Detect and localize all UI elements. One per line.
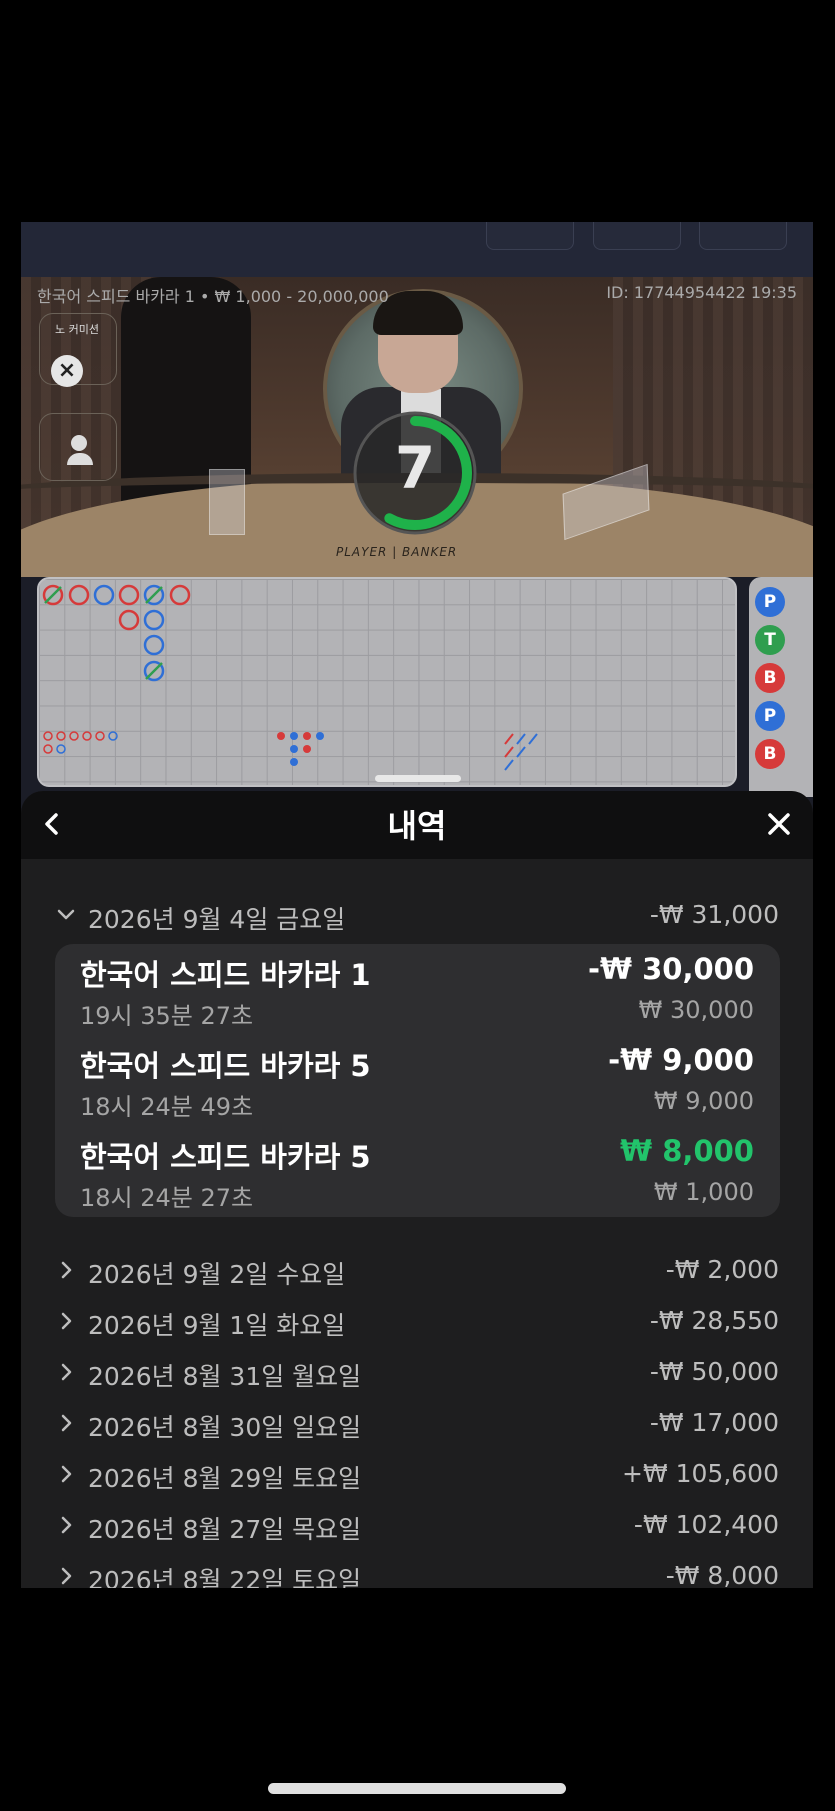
day-bets-list: 한국어 스피드 바카라 1 19시 35분 27초 -₩ 30,000 ₩ 30… — [55, 944, 780, 1217]
day-row[interactable]: 2026년 9월 2일 수요일 -₩ 2,000 — [21, 1251, 813, 1291]
day-date: 2026년 9월 2일 수요일 — [88, 1260, 346, 1289]
history-sheet: 내역 2026년 9월 4일 금요일 -₩ 31,000 한국어 스피드 바카라… — [21, 791, 813, 1588]
card-discard-box — [209, 469, 245, 535]
day-total: -₩ 28,550 — [649, 1306, 779, 1335]
top-bar-button[interactable] — [486, 222, 574, 250]
table-info: 한국어 스피드 바카라 1 • ₩ 1,000 - 20,000,000 — [37, 287, 389, 306]
bet-result: ₩ 8,000 — [620, 1134, 754, 1168]
user-icon — [67, 435, 93, 465]
bet-result: -₩ 30,000 — [587, 952, 754, 986]
day-date: 2026년 8월 31일 월요일 — [88, 1362, 362, 1391]
big-road-scoreboard[interactable] — [37, 577, 737, 787]
chevron-right-icon — [61, 1363, 72, 1381]
close-icon[interactable]: × — [51, 355, 83, 387]
day-date: 2026년 8월 22일 토요일 — [88, 1566, 362, 1588]
bet-time: 19시 35분 27초 — [80, 1002, 254, 1030]
game-name: 한국어 스피드 바카라 5 — [80, 1049, 371, 1083]
day-date: 2026년 9월 4일 금요일 — [88, 905, 346, 934]
bead-road-item: P — [755, 587, 785, 617]
game-name: 한국어 스피드 바카라 1 — [80, 958, 371, 992]
day-row-expanded[interactable]: 2026년 9월 4일 금요일 -₩ 31,000 — [21, 896, 813, 936]
round-id: ID: 17744954422 19:35 — [606, 283, 797, 302]
top-bar-button[interactable] — [699, 222, 787, 250]
chevron-right-icon — [61, 1516, 72, 1534]
close-icon[interactable] — [762, 807, 796, 841]
day-date: 2026년 8월 29일 토요일 — [88, 1464, 362, 1493]
game-name: 한국어 스피드 바카라 5 — [80, 1140, 371, 1174]
day-row[interactable]: 2026년 9월 1일 화요일 -₩ 28,550 — [21, 1302, 813, 1342]
sheet-drag-handle[interactable] — [375, 775, 461, 782]
bet-result: -₩ 9,000 — [608, 1043, 754, 1077]
day-row[interactable]: 2026년 8월 31일 월요일 -₩ 50,000 — [21, 1353, 813, 1393]
day-row[interactable]: 2026년 8월 29일 토요일 +₩ 105,600 — [21, 1455, 813, 1495]
bet-stake: ₩ 9,000 — [653, 1087, 754, 1115]
bead-road-item: B — [755, 663, 785, 693]
countdown-value: 7 — [394, 434, 436, 502]
day-total: -₩ 8,000 — [665, 1561, 779, 1588]
day-total: -₩ 17,000 — [649, 1408, 779, 1437]
sheet-title: 내역 — [387, 807, 447, 845]
day-total: -₩ 2,000 — [665, 1255, 779, 1284]
bet-stake: ₩ 1,000 — [653, 1178, 754, 1206]
day-total: -₩ 50,000 — [649, 1357, 779, 1386]
day-date: 2026년 8월 30일 일요일 — [88, 1413, 362, 1442]
bet-time: 18시 24분 49초 — [80, 1093, 254, 1121]
home-indicator[interactable] — [268, 1783, 566, 1794]
top-bar-button[interactable] — [593, 222, 681, 250]
bead-road-item: B — [755, 739, 785, 769]
bet-row[interactable]: 한국어 스피드 바카라 1 19시 35분 27초 -₩ 30,000 ₩ 30… — [55, 952, 780, 1034]
bet-stake: ₩ 30,000 — [638, 996, 754, 1024]
table-label: PLAYER | BANKER — [336, 545, 458, 559]
bet-row[interactable]: 한국어 스피드 바카라 5 18시 24분 27초 ₩ 8,000 ₩ 1,00… — [55, 1134, 780, 1216]
chevron-right-icon — [61, 1261, 72, 1279]
day-date: 2026년 9월 1일 화요일 — [88, 1311, 346, 1340]
chevron-right-icon — [61, 1465, 72, 1483]
no-commission-label: 노 커미션 — [55, 323, 99, 336]
bead-road-item: P — [755, 701, 785, 731]
bead-road-scoreboard[interactable]: P T B P B — [749, 577, 813, 797]
roadmap-marks — [42, 584, 538, 771]
game-top-bar — [21, 222, 813, 277]
day-total: -₩ 31,000 — [649, 900, 779, 929]
day-row[interactable]: 2026년 8월 27일 목요일 -₩ 102,400 — [21, 1506, 813, 1546]
chevron-right-icon — [61, 1312, 72, 1330]
sheet-header: 내역 — [21, 791, 813, 859]
day-row[interactable]: 2026년 8월 22일 토요일 -₩ 8,000 — [21, 1557, 813, 1588]
day-total: -₩ 102,400 — [633, 1510, 779, 1539]
live-video: PLAYER | BANKER 한국어 스피드 바카라 1 • ₩ 1,000 … — [21, 277, 813, 577]
bet-row[interactable]: 한국어 스피드 바카라 5 18시 24분 49초 -₩ 9,000 ₩ 9,0… — [55, 1043, 780, 1125]
chevron-down-icon — [57, 909, 75, 920]
bead-road-item: T — [755, 625, 785, 655]
bet-time: 18시 24분 27초 — [80, 1184, 254, 1212]
day-row[interactable]: 2026년 8월 30일 일요일 -₩ 17,000 — [21, 1404, 813, 1444]
chevron-right-icon — [61, 1414, 72, 1432]
day-total: +₩ 105,600 — [622, 1459, 779, 1488]
day-date: 2026년 8월 27일 목요일 — [88, 1515, 362, 1544]
chevron-right-icon — [61, 1567, 72, 1585]
